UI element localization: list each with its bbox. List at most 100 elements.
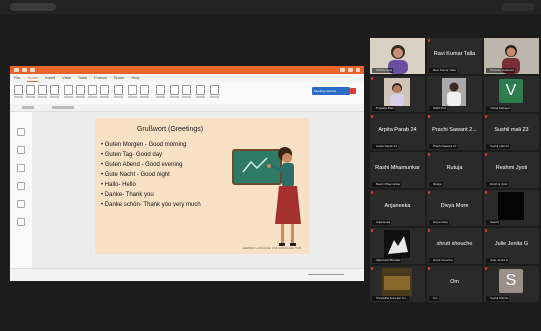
copy-icon[interactable] xyxy=(38,85,47,95)
undo-icon[interactable] xyxy=(30,68,35,72)
participant-tile[interactable]: Vaishnavi Bhosale xyxy=(370,228,425,264)
more-tools-icon[interactable] xyxy=(210,85,219,95)
text-box-icon[interactable] xyxy=(114,85,123,95)
participant-name: Ravi Kumar Talla xyxy=(433,51,476,57)
replace-icon[interactable] xyxy=(196,85,205,95)
muted-mic-icon xyxy=(485,153,487,156)
participant-tile[interactable]: Reshmi Jyoti Reshmi Jyoti xyxy=(484,152,539,188)
menu-file[interactable]: File xyxy=(14,75,20,81)
participant-tile[interactable]: Nikhil Pal xyxy=(427,76,482,112)
participant-tile[interactable]: Sushil mali 23 Sushil mali 23 xyxy=(484,114,539,150)
status-bar xyxy=(10,268,364,281)
participant-tile[interactable]: Poonam Gaikwad xyxy=(484,38,539,74)
participant-label: Sushil mali 23 xyxy=(486,144,510,149)
participant-name: Om xyxy=(450,279,459,285)
menu-view[interactable]: View xyxy=(62,75,71,81)
muted-mic-icon xyxy=(371,115,373,118)
new-slide-icon[interactable] xyxy=(64,85,73,95)
list-item: • Danke- Thank you xyxy=(101,192,154,198)
participant-tile[interactable]: Sakshi xyxy=(484,190,539,226)
participant-name: Reshmi Jyoti xyxy=(495,165,528,171)
format-painter-icon[interactable] xyxy=(50,85,59,95)
meeting-badge-label: Meeting controls xyxy=(314,89,337,93)
participant-tile[interactable]: Ravi Kumar Talla Ravi Kumar Talla xyxy=(427,38,482,74)
reset-icon[interactable] xyxy=(88,85,97,95)
list-item: • Danke schön- Thank you very much xyxy=(101,202,201,208)
section-icon[interactable] xyxy=(100,85,109,95)
menu-share[interactable]: Share xyxy=(114,75,125,81)
close-icon[interactable] xyxy=(356,68,360,72)
participant-tile[interactable]: S Sushil Shinde xyxy=(484,266,539,302)
participant-tile[interactable]: V Vishal Mahajan xyxy=(484,76,539,112)
participant-label: Shikha Negi xyxy=(372,68,394,73)
select-tool-icon[interactable] xyxy=(17,128,25,136)
stop-share-button[interactable] xyxy=(350,88,356,94)
participant-tile[interactable]: Julie Jenita G Julie Jenita G xyxy=(484,228,539,264)
participant-label: Julie Jenita G xyxy=(486,258,510,263)
muted-mic-icon xyxy=(485,229,487,232)
fill-icon[interactable] xyxy=(156,85,165,95)
muted-mic-icon xyxy=(428,267,430,270)
pen-tool-icon[interactable] xyxy=(17,182,25,190)
slide-footer: GERMAN LANGUAGE FOR LANGUAGE HUB xyxy=(242,247,301,250)
paste-icon[interactable] xyxy=(14,85,23,95)
participant-tile[interactable]: Rashi Mhamunkar Rashi Mhamunkar xyxy=(370,152,425,188)
text-tool-icon[interactable] xyxy=(17,146,25,154)
participant-tile[interactable]: Prajakta Bhor xyxy=(370,76,425,112)
list-item: • Gute Nacht - Good night xyxy=(101,172,170,178)
participant-tile[interactable]: Shikha Negi xyxy=(370,38,425,74)
meeting-controls-badge[interactable]: Meeting controls xyxy=(312,87,356,95)
participant-name: Rutuja xyxy=(446,165,463,171)
participant-label: Sakshi xyxy=(486,220,501,225)
menu-format[interactable]: Format xyxy=(94,75,107,81)
participant-tile[interactable]: Prachi Sawant 2... Prachi Sawant 27 xyxy=(427,114,482,150)
app-title-bar xyxy=(10,66,364,74)
shapes-icon[interactable] xyxy=(128,85,137,95)
cut-icon[interactable] xyxy=(26,85,35,95)
participant-label: Prajakta Bhor xyxy=(372,106,396,111)
menu-help[interactable]: Help xyxy=(131,75,139,81)
zoom-tool-icon[interactable] xyxy=(17,218,25,226)
participant-label: Om xyxy=(429,296,439,301)
list-item: • Guten Abend - Good evening xyxy=(101,162,183,168)
participant-name: Sushil mali 23 xyxy=(494,127,529,133)
participant-name: Arpita Parab 24 xyxy=(378,127,417,133)
table-icon[interactable] xyxy=(182,85,191,95)
shape-tool-icon[interactable] xyxy=(17,164,25,172)
participant-tile[interactable]: Anjaneeka Anjaneeka xyxy=(370,190,425,226)
menu-home[interactable]: Home xyxy=(27,75,39,82)
picture-icon[interactable] xyxy=(170,85,179,95)
participant-tile[interactable]: Rutuja Rutuja xyxy=(427,152,482,188)
participant-name: Prachi Sawant 2... xyxy=(432,127,477,133)
layout-selector[interactable] xyxy=(52,106,74,109)
participant-tile[interactable]: Divya More Divya More xyxy=(427,190,482,226)
view-toggle-button[interactable] xyxy=(10,3,56,11)
greetings-list: • Guten Morgen - Good morning • Guten Ta… xyxy=(101,140,201,210)
participant-tile[interactable]: Shraddha Sonekar Su... xyxy=(370,266,425,302)
participant-label: Arpita Parab 24 xyxy=(372,144,398,149)
participant-label: Rutuja xyxy=(429,182,443,187)
slide-number-field[interactable] xyxy=(22,106,34,109)
image-tool-icon[interactable] xyxy=(17,200,25,208)
maximize-icon[interactable] xyxy=(348,68,353,72)
slide: Grußwort (Greetings) • Guten Morgen - Go… xyxy=(95,118,309,254)
participant-tile[interactable]: shruti shouche shruti shouche xyxy=(427,228,482,264)
participant-label: shruti shouche xyxy=(429,258,454,263)
muted-mic-icon xyxy=(371,77,373,80)
muted-mic-icon xyxy=(428,229,430,232)
participant-label: Vishal Mahajan xyxy=(486,106,512,111)
zoom-slider[interactable] xyxy=(308,274,344,275)
menu-tools[interactable]: Tools xyxy=(78,75,87,81)
minimize-icon[interactable] xyxy=(340,68,345,72)
shared-screen: File Home Insert View Tools Format Share Help M… xyxy=(10,66,364,281)
menu-insert[interactable]: Insert xyxy=(45,75,55,81)
muted-mic-icon xyxy=(485,191,487,194)
participant-label: Shraddha Sonekar Su... xyxy=(372,296,410,301)
save-icon[interactable] xyxy=(22,68,27,72)
list-item: • Guten Tag- Good day xyxy=(101,152,163,158)
layout-icon[interactable] xyxy=(76,85,85,95)
participant-tile[interactable]: Arpita Parab 24 Arpita Parab 24 xyxy=(370,114,425,150)
view-options-button[interactable] xyxy=(501,3,535,11)
participant-tile[interactable]: Om Om xyxy=(427,266,482,302)
arrange-icon[interactable] xyxy=(140,85,149,95)
